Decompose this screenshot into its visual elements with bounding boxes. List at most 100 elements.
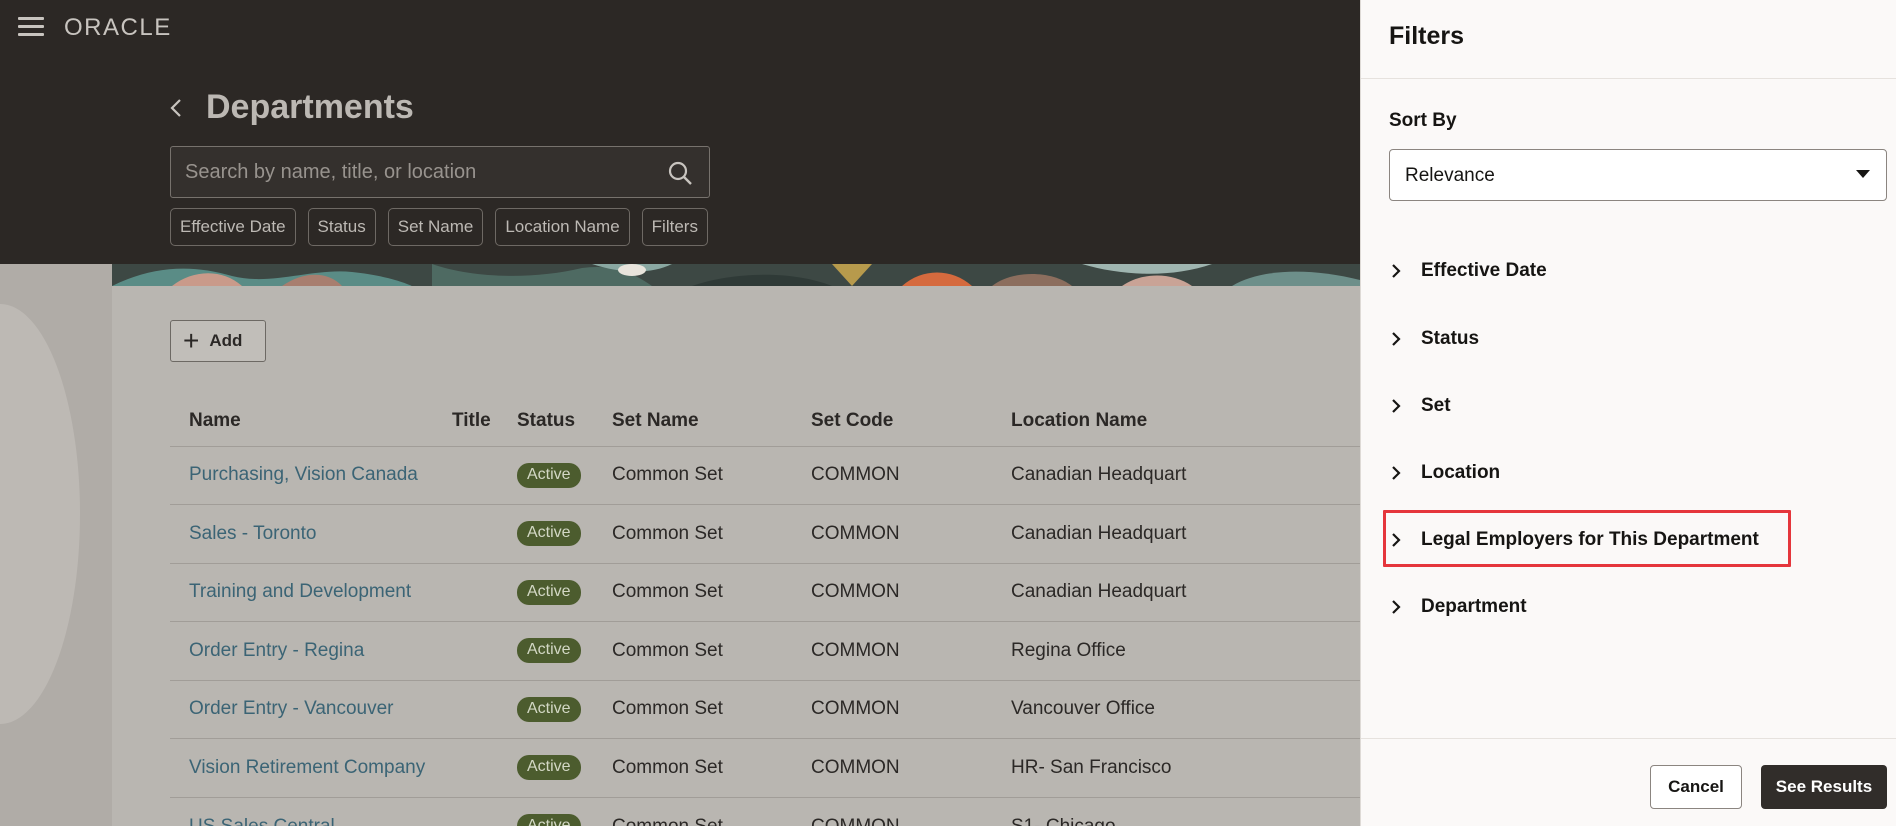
page-header: ORACLE Departments Effective Date Status… [0, 0, 1360, 264]
see-results-button[interactable]: See Results [1761, 765, 1887, 809]
status-badge: Active [517, 462, 581, 488]
set-name-cell: Common Set [593, 504, 792, 563]
caret-down-icon [1856, 170, 1870, 178]
set-name-cell: Common Set [593, 679, 792, 739]
table-row: US Sales Central Active Common Set COMMO… [170, 796, 1360, 826]
set-code-cell: COMMON [792, 738, 992, 797]
set-name-cell: Common Set [593, 796, 792, 826]
location-cell: Regina Office [992, 621, 1360, 680]
location-cell: Canadian Headquart [992, 445, 1360, 505]
status-cell: Active [498, 562, 593, 622]
chevron-right-icon [1392, 264, 1401, 278]
column-header-set-name[interactable]: Set Name [593, 396, 792, 446]
add-button[interactable]: + Add [170, 320, 266, 362]
name-cell: Order Entry - Vancouver [170, 679, 433, 739]
filter-label: Department [1421, 596, 1527, 617]
filter-chips: Effective Date Status Set Name Location … [170, 208, 708, 246]
search-icon[interactable] [667, 160, 693, 186]
drawer-title: Filters [1389, 22, 1465, 50]
plus-icon: + [183, 325, 200, 356]
chevron-right-icon [1392, 600, 1401, 614]
set-name-cell: Common Set [593, 621, 792, 680]
main-content: + Add Name Title Status Set Name Set Cod… [112, 286, 1360, 826]
set-name-cell: Common Set [593, 562, 792, 622]
table-row: Order Entry - Vancouver Active Common Se… [170, 679, 1360, 739]
chip-set-name[interactable]: Set Name [387, 208, 484, 246]
chip-location-name[interactable]: Location Name [495, 208, 630, 246]
status-cell: Active [498, 445, 593, 505]
column-header-status[interactable]: Status [498, 396, 593, 446]
title-cell [433, 738, 498, 797]
location-cell: HR- San Francisco [992, 738, 1360, 797]
location-cell: S1- Chicago [992, 796, 1360, 826]
name-cell: Vision Retirement Company [170, 738, 433, 797]
filter-label: Location [1421, 462, 1501, 483]
set-code-cell: COMMON [792, 796, 992, 826]
location-cell: Canadian Headquart [992, 562, 1360, 622]
chevron-right-icon [1392, 533, 1401, 547]
sort-by-select[interactable]: Relevance [1389, 149, 1887, 201]
chevron-right-icon [1392, 332, 1401, 346]
status-badge: Active [517, 755, 581, 781]
chip-effective-date[interactable]: Effective Date [170, 208, 296, 246]
filter-status[interactable]: Status [1389, 319, 1479, 359]
department-link[interactable]: US Sales Central [189, 816, 335, 826]
cancel-button[interactable]: Cancel [1650, 765, 1742, 809]
column-header-set-code[interactable]: Set Code [792, 396, 992, 446]
title-cell [433, 796, 498, 826]
sort-by-value: Relevance [1405, 165, 1495, 186]
title-cell [433, 679, 498, 739]
search-field[interactable] [170, 146, 710, 198]
set-name-cell: Common Set [593, 738, 792, 797]
department-link[interactable]: Purchasing, Vision Canada [189, 464, 418, 485]
filter-label: Status [1421, 328, 1480, 349]
table-row: Order Entry - Regina Active Common Set C… [170, 621, 1360, 680]
filter-department[interactable]: Department [1389, 587, 1527, 627]
set-code-cell: COMMON [792, 504, 992, 563]
set-code-cell: COMMON [792, 621, 992, 680]
set-code-cell: COMMON [792, 445, 992, 505]
table-row: Vision Retirement Company Active Common … [170, 738, 1360, 797]
chevron-right-icon [1392, 399, 1401, 413]
drawer-header: Filters [1361, 0, 1896, 79]
departments-table: Name Title Status Set Name Set Code Loca… [170, 396, 1360, 826]
set-code-cell: COMMON [792, 679, 992, 739]
status-badge: Active [517, 696, 581, 722]
column-header-title[interactable]: Title [433, 396, 498, 446]
set-code-cell: COMMON [792, 562, 992, 622]
search-input[interactable] [171, 147, 641, 197]
department-link[interactable]: Order Entry - Regina [189, 640, 364, 661]
status-badge: Active [517, 579, 581, 605]
department-link[interactable]: Sales - Toronto [189, 523, 316, 544]
filter-label: Set [1421, 395, 1451, 416]
status-badge: Active [517, 638, 581, 664]
name-cell: Sales - Toronto [170, 504, 433, 563]
table-row: Training and Development Active Common S… [170, 562, 1360, 622]
filter-set[interactable]: Set [1389, 386, 1451, 426]
location-cell: Canadian Headquart [992, 504, 1360, 563]
status-badge: Active [517, 521, 581, 547]
column-header-location-name[interactable]: Location Name [992, 396, 1360, 446]
department-link[interactable]: Vision Retirement Company [189, 757, 425, 778]
column-header-name[interactable]: Name [170, 396, 433, 446]
filter-effective-date[interactable]: Effective Date [1389, 251, 1547, 291]
status-cell: Active [498, 738, 593, 797]
department-link[interactable]: Training and Development [189, 581, 411, 602]
filter-location[interactable]: Location [1389, 453, 1500, 493]
table-row: Purchasing, Vision Canada Active Common … [170, 445, 1360, 505]
title-cell [433, 562, 498, 622]
chip-status[interactable]: Status [307, 208, 376, 246]
name-cell: Purchasing, Vision Canada [170, 445, 433, 505]
page-title: Departments [206, 88, 414, 126]
status-badge: Active [517, 814, 581, 826]
title-cell [433, 621, 498, 680]
table-header-row: Name Title Status Set Name Set Code Loca… [170, 396, 1360, 446]
status-cell: Active [498, 621, 593, 680]
name-cell: Order Entry - Regina [170, 621, 433, 680]
filter-legal-employers[interactable]: Legal Employers for This Department [1389, 520, 1759, 560]
department-link[interactable]: Order Entry - Vancouver [189, 698, 394, 719]
back-chevron-icon[interactable] [168, 96, 184, 120]
chip-filters[interactable]: Filters [641, 208, 708, 246]
hamburger-menu-icon[interactable] [18, 17, 44, 37]
status-cell: Active [498, 796, 593, 826]
